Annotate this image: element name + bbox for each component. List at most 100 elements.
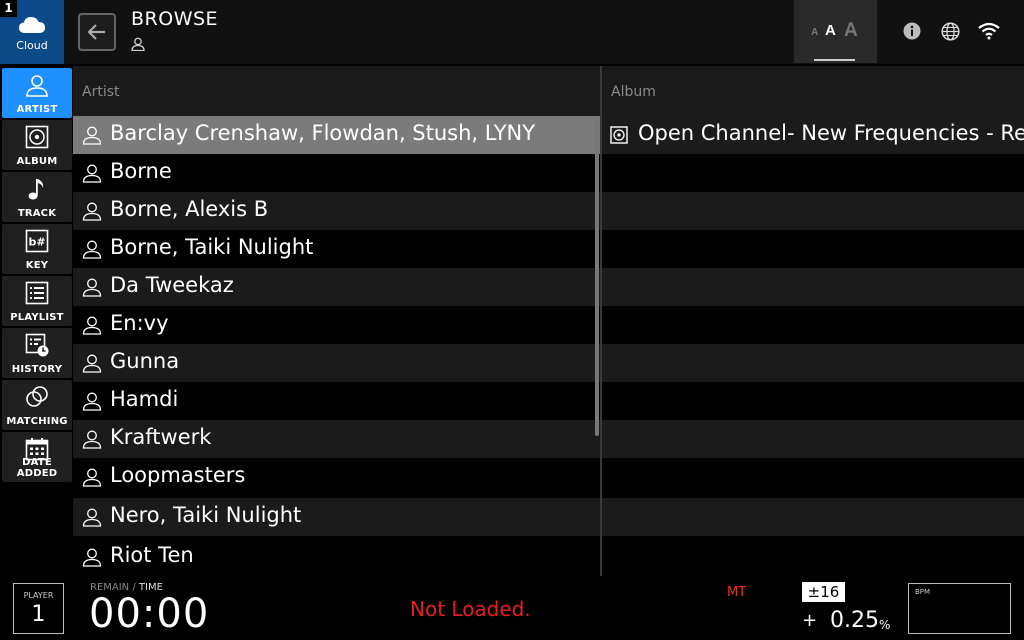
artist-row[interactable]: Borne, Taiki Nulight (73, 230, 600, 268)
wifi-icon[interactable] (978, 22, 1000, 40)
album-column-header: Album (602, 66, 1024, 116)
font-size-small[interactable]: A (811, 27, 818, 38)
top-bar: 1 Cloud BROWSE A A A (0, 0, 1024, 64)
sidebar-item-matching[interactable]: MATCHING (2, 380, 72, 430)
artist-row[interactable]: Borne, Alexis B (73, 192, 600, 230)
sidebar-item-label: KEY (25, 260, 49, 271)
sidebar-item-track[interactable]: TRACK (2, 172, 72, 222)
sidebar-item-label: TRACK (17, 208, 57, 219)
artist-name: Riot Ten (110, 543, 194, 567)
master-tempo-indicator: MT (727, 585, 747, 600)
artist-list-scrollbar[interactable] (595, 118, 599, 436)
album-name: Open Channel- New Frequencies - Re (638, 121, 1024, 145)
person-icon (82, 240, 102, 259)
person-icon (82, 548, 102, 567)
person-icon (82, 126, 102, 145)
artist-row[interactable]: Riot Ten (73, 538, 600, 576)
matching-icon (26, 386, 48, 407)
artist-name: Nero, Taiki Nulight (110, 503, 302, 527)
tempo-range-badge: ±16 (802, 582, 845, 602)
artist-row[interactable]: En:vy (73, 306, 600, 344)
key-icon: b# (25, 229, 49, 253)
sidebar-item-label: MATCHING (6, 416, 68, 427)
bpm-display: BPM (908, 583, 1011, 634)
artist-row[interactable]: Gunna (73, 344, 600, 382)
person-icon (82, 202, 102, 221)
artist-name: Gunna (110, 349, 180, 373)
artist-row[interactable]: Da Tweekaz (73, 268, 600, 306)
person-icon (82, 316, 102, 335)
artist-row[interactable]: Loopmasters (73, 458, 600, 496)
person-icon (82, 468, 102, 487)
artist-column-header: Artist (73, 66, 600, 116)
album-row-empty (602, 538, 1024, 576)
font-size-selector[interactable]: A A A (794, 0, 877, 63)
album-row-empty (602, 498, 1024, 536)
artist-row[interactable]: Barclay Crenshaw, Flowdan, Stush, LYNY (73, 116, 600, 154)
album-row-empty (602, 268, 1024, 306)
artist-row[interactable]: Nero, Taiki Nulight (73, 498, 600, 536)
sidebar-item-label: DATE ADDED (16, 457, 58, 479)
sidebar-item-label: HISTORY (11, 364, 63, 375)
artist-name: Kraftwerk (110, 425, 212, 449)
artist-row[interactable]: Borne (73, 154, 600, 192)
info-icon[interactable] (903, 22, 921, 40)
artist-row[interactable]: Kraftwerk (73, 420, 600, 458)
sidebar-item-history[interactable]: HISTORY (2, 328, 72, 378)
disc-icon (25, 125, 49, 149)
category-sidebar: ARTIST ALBUM TRACK b# KEY PLAYLIST HISTO… (0, 66, 73, 578)
sidebar-item-label: PLAYLIST (10, 312, 64, 323)
album-row[interactable]: Open Channel- New Frequencies - Re (602, 116, 1024, 154)
cloud-icon (19, 17, 45, 33)
artist-name: En:vy (110, 311, 169, 335)
artist-name: Barclay Crenshaw, Flowdan, Stush, LYNY (110, 121, 536, 145)
person-icon (82, 392, 102, 411)
album-row-empty (602, 154, 1024, 192)
person-icon (82, 278, 102, 297)
svg-text:b#: b# (28, 236, 45, 249)
artist-name: Hamdi (110, 387, 179, 411)
font-size-indicator (814, 59, 855, 61)
album-row-empty (602, 306, 1024, 344)
sidebar-item-label: ARTIST (16, 104, 58, 115)
arrow-left-icon (87, 24, 105, 40)
player-label: PLAYER (23, 591, 54, 600)
sidebar-item-artist[interactable]: ARTIST (2, 68, 72, 118)
font-size-large[interactable]: A (844, 20, 858, 42)
artist-name: Da Tweekaz (110, 273, 234, 297)
sidebar-item-key[interactable]: b# KEY (2, 224, 72, 274)
music-note-icon (28, 179, 44, 200)
time-display: 00:00 (89, 591, 210, 637)
person-icon (82, 508, 102, 527)
font-size-medium[interactable]: A (825, 22, 836, 39)
album-row-empty (602, 382, 1024, 420)
source-cloud-button[interactable]: 1 Cloud (0, 0, 64, 64)
artist-name: Borne, Taiki Nulight (110, 235, 314, 259)
player-number: 1 (31, 602, 46, 627)
sidebar-item-label: ALBUM (16, 156, 58, 167)
back-button[interactable] (78, 13, 116, 51)
deck-number-badge: 1 (0, 0, 17, 17)
tempo-sign: + (802, 610, 818, 631)
album-row-empty (602, 420, 1024, 458)
person-icon (82, 430, 102, 449)
artist-row[interactable]: Hamdi (73, 382, 600, 420)
artist-name: Loopmasters (110, 463, 246, 487)
tempo-value: 0.25 (830, 608, 879, 633)
bpm-label: BPM (915, 588, 931, 596)
person-icon (26, 75, 48, 97)
page-title: BROWSE (131, 8, 219, 30)
album-row-empty (602, 230, 1024, 268)
source-label: Cloud (16, 39, 48, 52)
artist-name: Borne (110, 159, 172, 183)
sidebar-item-album[interactable]: ALBUM (2, 120, 72, 170)
sidebar-item-date-added[interactable]: DATE ADDED (2, 432, 72, 482)
tempo-unit: % (879, 618, 891, 632)
album-row-empty (602, 344, 1024, 382)
person-icon (82, 164, 102, 183)
playlist-icon (25, 281, 49, 305)
globe-icon[interactable] (941, 22, 960, 41)
person-icon (82, 354, 102, 373)
album-row-empty (602, 192, 1024, 230)
sidebar-item-playlist[interactable]: PLAYLIST (2, 276, 72, 326)
